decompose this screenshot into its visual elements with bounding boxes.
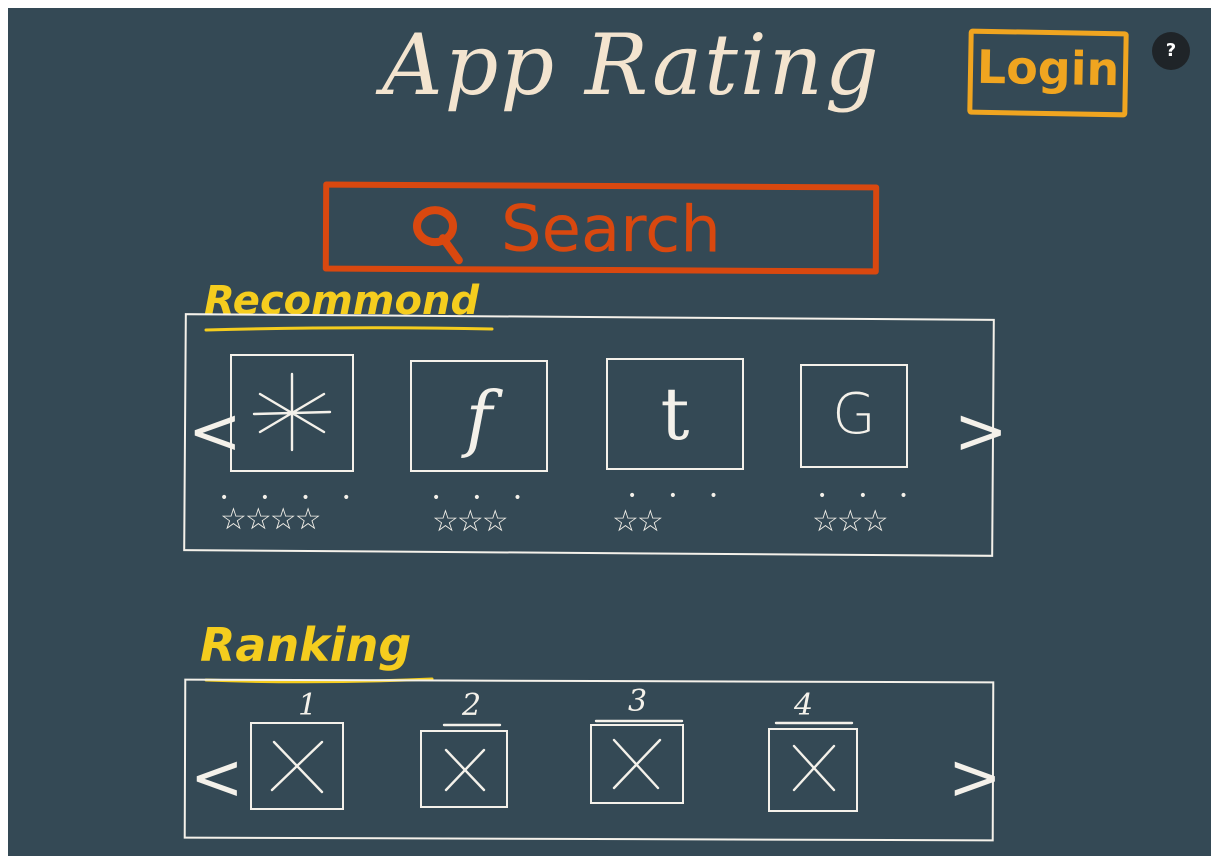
search-label: Search (500, 192, 722, 268)
t-app-icon: t (660, 372, 690, 456)
rating-stars: ☆☆ (612, 504, 664, 539)
f-app-icon: f (465, 376, 493, 460)
rank-number: 1 (298, 688, 318, 723)
rating-dots: • • • (818, 488, 922, 504)
sketch-board: App Rating Login ? Search Recommond < > … (8, 8, 1211, 856)
rank-underline (774, 721, 854, 725)
placeholder-x-icon (444, 748, 486, 792)
ranking-prev-arrow[interactable]: < (190, 746, 244, 810)
rating-stars: ☆☆☆☆ (220, 502, 322, 537)
placeholder-x-icon (612, 738, 662, 790)
rank-underline (442, 723, 502, 727)
placeholder-x-icon (792, 744, 836, 792)
ranking-next-arrow[interactable]: > (948, 746, 1002, 810)
login-button[interactable]: Login (967, 28, 1129, 118)
help-button[interactable]: ? (1152, 32, 1190, 70)
rating-stars: ☆☆☆ (812, 504, 889, 539)
g-app-icon: G (832, 382, 876, 447)
placeholder-x-icon (270, 740, 324, 794)
ranking-title: Ranking (200, 618, 412, 672)
rank-number: 2 (462, 688, 482, 723)
rank-number: 3 (628, 684, 648, 719)
recommend-next-arrow[interactable]: > (954, 400, 1008, 464)
search-bar[interactable]: Search (322, 181, 880, 275)
rating-dots: • • • (628, 488, 732, 504)
app-title: App Rating (382, 16, 881, 114)
login-label: Login (976, 39, 1120, 97)
search-icon (413, 206, 463, 265)
asterisk-app-icon (252, 372, 332, 452)
rank-number: 4 (794, 688, 814, 723)
rating-stars: ☆☆☆ (432, 504, 509, 539)
